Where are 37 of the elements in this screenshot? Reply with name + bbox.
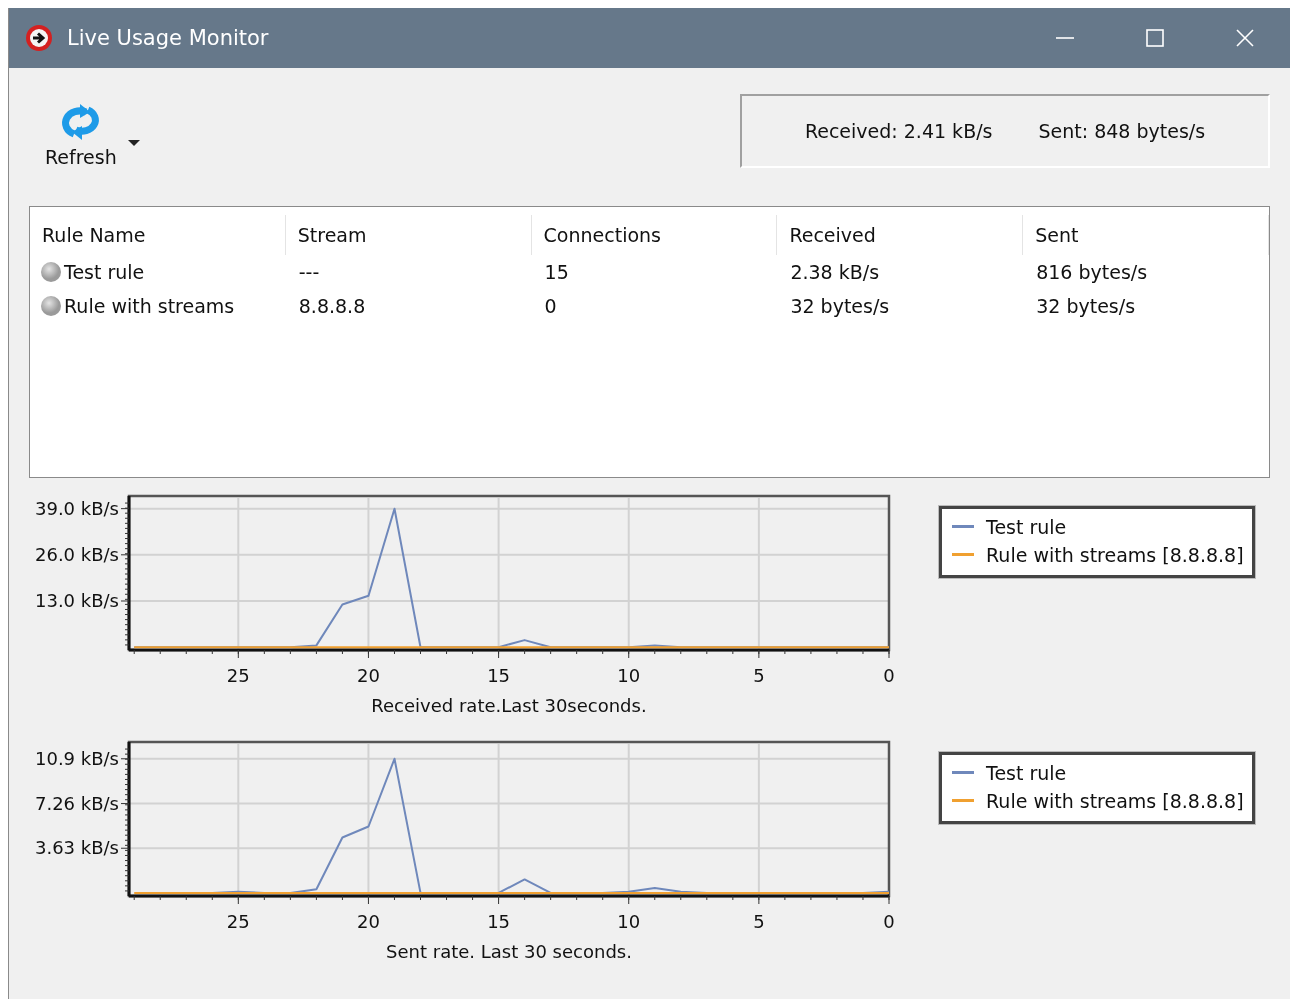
x-tick-label: 15 bbox=[487, 911, 511, 932]
x-tick-label: 25 bbox=[226, 911, 250, 932]
table-cell-text: 0 bbox=[543, 295, 558, 317]
received-rate: Received: 2.41 kB/s bbox=[804, 120, 993, 142]
x-tick-label: 20 bbox=[357, 665, 380, 686]
x-tick-label: 20 bbox=[357, 911, 380, 932]
x-tick-label: 10 bbox=[617, 911, 641, 932]
x-tick-label: 10 bbox=[617, 665, 641, 686]
x-tick-label: 0 bbox=[883, 665, 895, 686]
legend-label: Test rule bbox=[986, 515, 1067, 540]
window-title: Live Usage Monitor bbox=[67, 26, 269, 50]
y-tick-label: 26.0 kB/s bbox=[35, 543, 119, 565]
y-tick-label: 3.63 kB/s bbox=[35, 837, 119, 859]
y-tick-label: 13.0 kB/s bbox=[35, 590, 119, 611]
table-cell-text: --- bbox=[297, 261, 321, 283]
legend-label: Rule with streams [8.8.8.8] bbox=[986, 789, 1244, 814]
x-tick-label: 5 bbox=[753, 665, 765, 686]
table-cell-text: 2.38 kB/s bbox=[789, 261, 881, 283]
x-tick-label: 0 bbox=[883, 911, 895, 932]
legend-label: Rule with streams [8.8.8.8] bbox=[986, 543, 1244, 568]
table-cell-text: 15 bbox=[543, 261, 570, 283]
table-cell-text: 816 bytes/s bbox=[1035, 261, 1149, 283]
y-tick-label: 10.9 kB/s bbox=[35, 747, 119, 769]
y-tick-label: 39.0 kB/s bbox=[35, 497, 119, 519]
table-cell-text: 8.8.8.8 bbox=[297, 295, 367, 317]
table-cell: Test rule bbox=[64, 261, 145, 283]
table-cell-text: 32 bytes/s bbox=[1035, 295, 1137, 317]
legend-label: Test rule bbox=[986, 761, 1067, 786]
y-tick-label: 7.26 kB/s bbox=[35, 792, 119, 814]
table-cell: Rule with streams bbox=[64, 295, 235, 317]
axis-title: Received rate.Last 30seconds. bbox=[371, 695, 647, 716]
sent-rate: Sent: 848 bytes/s bbox=[1038, 120, 1206, 142]
x-tick-label: 5 bbox=[753, 911, 765, 932]
x-tick-label: 25 bbox=[226, 665, 250, 686]
table-cell-text: 32 bytes/s bbox=[789, 295, 891, 317]
x-tick-label: 15 bbox=[487, 665, 511, 686]
axis-title: Sent rate. Last 30 seconds. bbox=[386, 941, 632, 962]
